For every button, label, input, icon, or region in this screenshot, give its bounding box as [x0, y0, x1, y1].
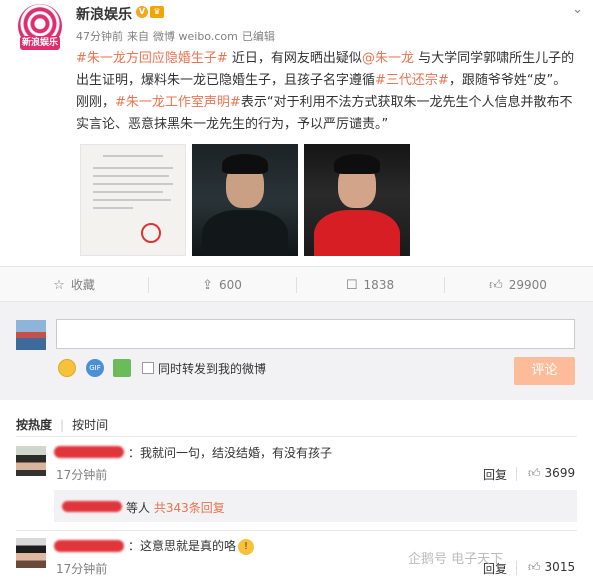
topic-tag-3[interactable]: #朱一龙工作室声明# — [115, 95, 241, 110]
commenter-name-redacted[interactable] — [54, 540, 124, 552]
stamp-icon — [141, 223, 161, 243]
gif-icon[interactable]: GIF — [86, 359, 104, 377]
comment-text: ：这意思就是真的咯! — [128, 537, 255, 555]
replier-name-redacted[interactable] — [62, 501, 122, 512]
emoji-icon[interactable] — [58, 359, 76, 377]
author-avatar[interactable]: 新浪娱乐 — [18, 4, 62, 50]
author-name[interactable]: 新浪娱乐 — [76, 4, 132, 24]
favorite-button[interactable]: ☆ 收藏 — [0, 267, 148, 303]
source-prefix: 来自 — [127, 30, 149, 43]
my-avatar[interactable] — [16, 320, 46, 350]
divider — [516, 467, 517, 481]
shocked-emoji-icon: ! — [238, 538, 255, 555]
post-image-certificate[interactable] — [80, 144, 186, 256]
forward-checkbox[interactable] — [142, 362, 154, 374]
tab-sort-time[interactable]: 按时间 — [72, 416, 108, 433]
commenter-name-redacted[interactable] — [54, 446, 124, 458]
mention-link[interactable]: @朱一龙 — [362, 51, 414, 66]
reply-summary-text: 等人 共343条回复 — [126, 499, 225, 516]
share-icon: ⇪ — [202, 278, 213, 293]
topic-tag-2[interactable]: #三代还宗# — [375, 73, 449, 88]
post-image-portrait-1[interactable] — [192, 144, 298, 256]
comment-like-button[interactable]: 👍︎ 3015 — [528, 560, 575, 575]
forward-label: 同时转发到我的微博 — [158, 362, 267, 376]
thumbs-up-icon: 👍︎ — [489, 278, 503, 293]
comment-like-count: 3699 — [544, 466, 576, 480]
comment-time: 17分钟前 — [56, 562, 108, 576]
post-text-1: 近日，有网友晒出疑似 — [227, 51, 362, 66]
share-count: 600 — [219, 278, 242, 292]
author-avatar-label: 新浪娱乐 — [20, 36, 60, 50]
post-time[interactable]: 47分钟前 — [76, 30, 123, 43]
edited-label: 已编辑 — [241, 30, 275, 43]
post-meta: 47分钟前 来自 微博 weibo.com 已编辑 — [76, 28, 279, 44]
comment-time: 17分钟前 — [56, 468, 108, 482]
post-source[interactable]: 微博 weibo.com — [153, 30, 238, 43]
comment-like-count: 3015 — [544, 560, 576, 574]
image-icon[interactable] — [113, 359, 131, 377]
chevron-down-icon[interactable]: ⌄ — [572, 2, 583, 17]
comment-icon: ☐ — [345, 278, 358, 293]
share-button[interactable]: ⇪ 600 — [148, 267, 296, 303]
reply-button[interactable]: 回复 — [483, 466, 507, 483]
comment-input[interactable] — [56, 319, 575, 349]
favorite-label: 收藏 — [70, 278, 95, 292]
topic-tag-1[interactable]: #朱一龙方回应隐婚生子# — [76, 51, 228, 66]
comment-text: ：我就问一句，结没结婚，有没有孩子 — [128, 446, 333, 460]
commenter-avatar[interactable] — [16, 446, 46, 476]
tab-divider: | — [60, 418, 65, 432]
member-crown-icon: ♛ — [150, 6, 164, 18]
reply-summary-prefix: 等人 — [126, 501, 154, 515]
divider — [516, 561, 517, 575]
comment-like-button[interactable]: 👍︎ 3699 — [528, 466, 575, 481]
action-bar: ☆ 收藏 ⇪ 600 ☐ 1838 👍︎ 29900 — [0, 266, 593, 302]
thumbs-up-icon: 👍︎ — [528, 560, 541, 574]
commenter-avatar[interactable] — [16, 538, 46, 568]
submit-comment-button[interactable]: 评论 — [514, 357, 575, 385]
post-image-portrait-2[interactable] — [304, 144, 410, 256]
divider — [16, 530, 577, 531]
comment-text-body: ：这意思就是真的咯 — [128, 539, 237, 553]
view-replies-link[interactable]: 共343条回复 — [154, 501, 225, 515]
divider — [16, 436, 577, 437]
like-button[interactable]: 👍︎ 29900 — [444, 267, 592, 303]
comment-count: 1838 — [363, 278, 395, 292]
watermark: 企鹅号 电子天下 — [408, 552, 504, 567]
thumbs-up-icon: 👍︎ — [528, 466, 541, 480]
star-icon: ☆ — [53, 278, 65, 293]
verified-icon: V — [136, 6, 148, 18]
comment-composer — [0, 302, 593, 400]
like-count: 29900 — [508, 278, 547, 292]
comment-button[interactable]: ☐ 1838 — [296, 267, 444, 303]
comment-sort: 按热度 | 按时间 — [16, 416, 116, 433]
post-body: #朱一龙方回应隐婚生子# 近日，有网友晒出疑似@朱一龙 与大学同学郭啸所生儿子的… — [76, 48, 576, 136]
tab-sort-hot[interactable]: 按热度 — [16, 416, 52, 433]
